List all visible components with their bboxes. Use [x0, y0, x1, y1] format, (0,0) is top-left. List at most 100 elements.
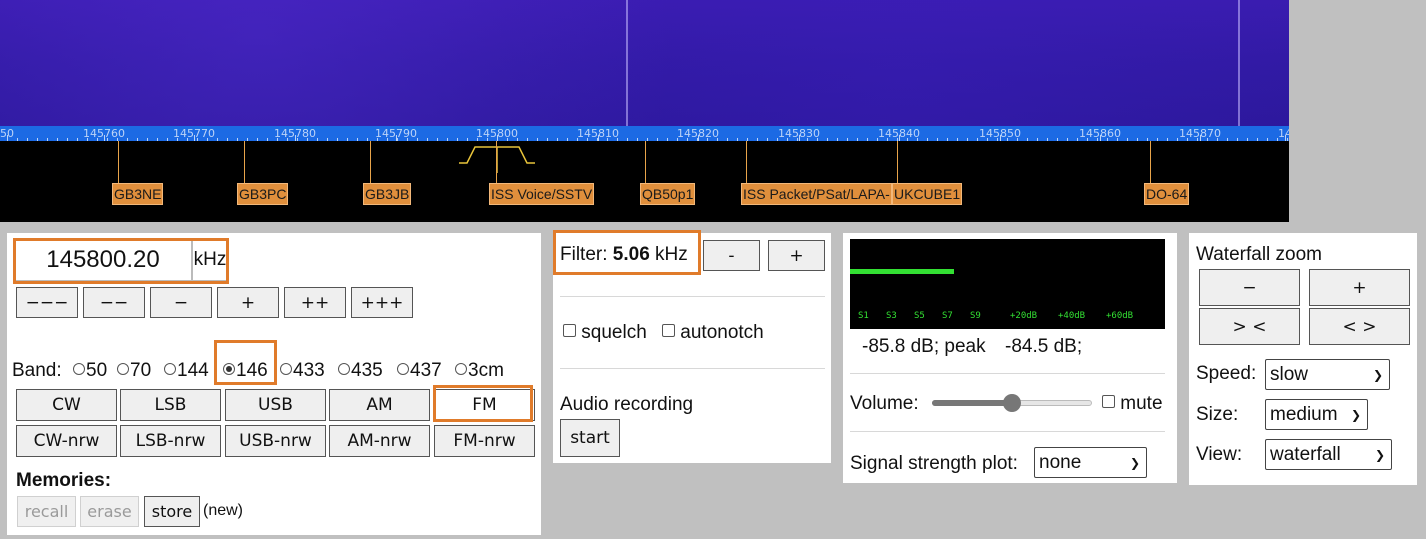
radio-icon	[117, 362, 129, 375]
zoom-full-button[interactable]: < >	[1309, 308, 1410, 345]
station-marker-label[interactable]: GB3JB	[363, 183, 412, 205]
station-marker-label[interactable]: ISS Voice/SSTV	[489, 183, 595, 205]
filter-narrow-button[interactable]: -	[703, 240, 760, 271]
band-option-144[interactable]: 144	[164, 360, 209, 382]
meter-scale-label: +20dB	[1010, 311, 1038, 321]
band-option-146[interactable]: 146	[223, 360, 268, 382]
step-down-medium-button[interactable]: −−	[83, 287, 145, 318]
volume-slider[interactable]	[932, 394, 1092, 412]
recording-start-button[interactable]: start	[560, 419, 620, 457]
step-up-large-button[interactable]: +++	[351, 287, 413, 318]
speed-select[interactable]: slow ❯	[1265, 359, 1390, 390]
mode-cw-nrw-button[interactable]: CW-nrw	[16, 425, 117, 457]
size-select[interactable]: medium ❯	[1265, 399, 1368, 430]
zoom-center-button[interactable]: > <	[1199, 308, 1300, 345]
frequency-input[interactable]: 145800.20	[14, 239, 192, 281]
scale-tick-label: 145870	[1179, 127, 1221, 140]
scale-tick-label: 145840	[878, 127, 920, 140]
checkbox-icon	[662, 324, 675, 338]
volume-label: Volume:	[850, 393, 919, 414]
memory-recall-button[interactable]: recall	[17, 496, 76, 527]
waterfall-canvas[interactable]	[0, 0, 1289, 126]
scale-tick-label: 145820	[677, 127, 719, 140]
step-down-large-button[interactable]: −−−	[16, 287, 78, 318]
station-marker-line	[244, 141, 245, 183]
station-marker-line	[897, 141, 898, 183]
passband-indicator[interactable]	[457, 143, 537, 173]
signal-meter: S1 S3 S5 S7 S9 +20dB +40dB +60dB	[850, 239, 1165, 329]
mode-usb-nrw-button[interactable]: USB-nrw	[225, 425, 326, 457]
meter-scale-label: S9	[970, 311, 981, 321]
station-marker-label[interactable]: DO-64	[1144, 183, 1190, 205]
radio-icon	[73, 362, 85, 375]
squelch-toggle[interactable]: squelch	[563, 322, 647, 344]
band-label: Band:	[12, 360, 62, 381]
scale-tick-label: 145850	[979, 127, 1021, 140]
station-marker-line	[746, 141, 747, 183]
chevron-down-icon: ❯	[1129, 455, 1140, 470]
mode-lsb-nrw-button[interactable]: LSB-nrw	[120, 425, 221, 457]
station-marker-line	[370, 141, 371, 183]
scale-tick-label: 145860	[1079, 127, 1121, 140]
station-marker-label[interactable]: ISS Packet/PSat/LAPA-	[741, 183, 892, 205]
station-marker-line	[1150, 141, 1151, 183]
meter-scale-label: S3	[886, 311, 897, 321]
memory-store-button[interactable]: store	[144, 496, 200, 527]
signal-level-bar	[850, 269, 954, 274]
mode-am-nrw-button[interactable]: AM-nrw	[329, 425, 430, 457]
mode-cw-button[interactable]: CW	[16, 389, 117, 421]
chevron-down-icon: ❯	[1372, 367, 1383, 382]
station-marker-line	[496, 141, 497, 183]
speed-label: Speed:	[1196, 363, 1257, 384]
mute-toggle[interactable]: mute	[1102, 393, 1163, 415]
checkbox-icon	[563, 324, 576, 338]
mode-fm-button[interactable]: FM	[434, 389, 535, 421]
radio-icon	[338, 362, 350, 375]
band-option-435[interactable]: 435	[338, 360, 383, 382]
band-option-433[interactable]: 433	[280, 360, 325, 382]
meter-scale-label: S5	[914, 311, 925, 321]
scale-tick-label: 145780	[274, 127, 316, 140]
band-option-50[interactable]: 50	[73, 360, 107, 382]
zoom-in-button[interactable]: +	[1309, 269, 1410, 306]
view-label: View:	[1196, 444, 1243, 465]
step-down-small-button[interactable]: −	[150, 287, 212, 318]
filter-widen-button[interactable]: +	[768, 240, 825, 271]
signal-readout: -85.8 dB; peak	[862, 336, 986, 357]
mode-fm-nrw-button[interactable]: FM-nrw	[434, 425, 535, 457]
waterfall-signal-trace	[626, 0, 628, 126]
mode-am-button[interactable]: AM	[329, 389, 430, 421]
autonotch-toggle[interactable]: autonotch	[662, 322, 764, 344]
view-select[interactable]: waterfall ❯	[1265, 439, 1392, 470]
station-marker-label[interactable]: UKCUBE1	[892, 183, 963, 205]
step-up-small-button[interactable]: +	[217, 287, 279, 318]
scale-tick-label: 145770	[173, 127, 215, 140]
volume-thumb[interactable]	[1003, 394, 1021, 412]
zoom-out-button[interactable]: −	[1199, 269, 1300, 306]
band-option-437[interactable]: 437	[397, 360, 442, 382]
mode-lsb-button[interactable]: LSB	[120, 389, 221, 421]
radio-selected-icon	[223, 362, 235, 375]
filter-readout: Filter: 5.06 kHz	[560, 244, 688, 265]
memory-erase-button[interactable]: erase	[80, 496, 139, 527]
step-up-medium-button[interactable]: ++	[284, 287, 346, 318]
frequency-scale[interactable]: 50 145760 145770 145780 145790 145800 145810 14…	[0, 126, 1289, 141]
scale-tick-label: 145810	[577, 127, 619, 140]
meter-scale-label: S7	[942, 311, 953, 321]
station-marker-label[interactable]: GB3PC	[237, 183, 289, 205]
meter-scale-label: +40dB	[1058, 311, 1086, 321]
signal-plot-select[interactable]: none ❯	[1034, 447, 1147, 478]
station-marker-label[interactable]: QB50p1	[640, 183, 696, 205]
memory-status: (new)	[203, 502, 244, 519]
station-marker-line	[118, 141, 119, 183]
signal-panel: S1 S3 S5 S7 S9 +20dB +40dB +60dB -85.8 dB; peak…	[843, 233, 1177, 483]
band-option-3cm[interactable]: 3cm	[455, 360, 504, 382]
station-marker-label[interactable]: GB3NE	[112, 183, 164, 205]
waterfall-panel: Waterfall zoom − + > < < > Speed: slow ❯ …	[1189, 233, 1417, 485]
mode-usb-button[interactable]: USB	[225, 389, 326, 421]
tuning-panel: 145800.20 kHz −−− −− − + ++ +++ Band: 50…	[7, 233, 541, 535]
band-option-70[interactable]: 70	[117, 360, 151, 382]
frequency-unit: kHz	[192, 239, 228, 281]
station-marker-line	[645, 141, 646, 183]
spectrum-display[interactable]: 50 145760 145770 145780 145790 145800 145810 14…	[0, 0, 1289, 222]
